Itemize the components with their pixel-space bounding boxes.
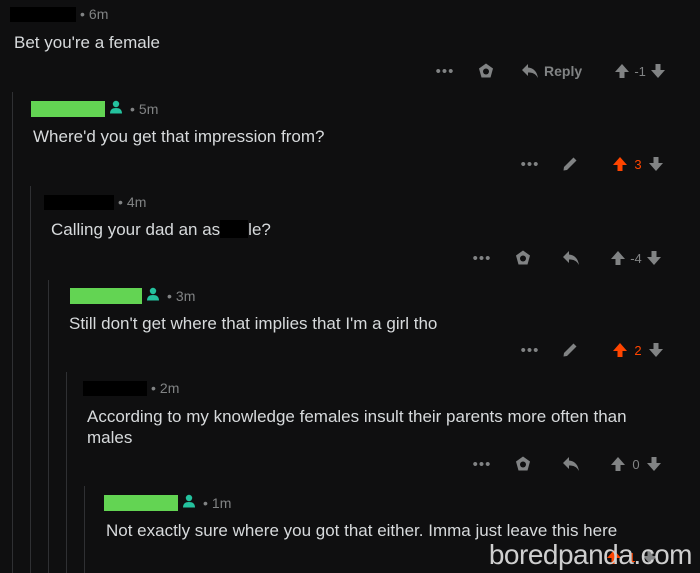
op-username-highlight: [104, 494, 178, 511]
comment-meta: • 4m: [44, 194, 146, 210]
vote-score: -1: [634, 63, 646, 79]
comment-meta: • 5m: [31, 100, 158, 117]
comment-actions: ••• -4: [462, 246, 662, 270]
separator-dot: •: [203, 494, 208, 511]
downvote-button[interactable]: [648, 156, 664, 172]
downvote-arrow-icon: [647, 251, 661, 265]
award-button[interactable]: [502, 249, 544, 267]
comment-body-line2: males: [87, 428, 133, 447]
more-options-button[interactable]: •••: [510, 156, 550, 173]
comment-actions: ••• 3: [510, 152, 664, 176]
separator-dot: •: [167, 287, 172, 304]
upvote-button[interactable]: [610, 456, 626, 472]
downvote-button[interactable]: [646, 456, 662, 472]
comment-timestamp: 5m: [138, 100, 159, 117]
thread-line-3: [48, 280, 49, 573]
comment-timestamp: 6m: [88, 6, 109, 22]
comment-meta: • 3m: [70, 287, 195, 304]
redacted-username: [10, 6, 76, 22]
comment-actions: ••• 0: [462, 452, 662, 476]
reply-label: Reply: [544, 63, 583, 79]
comment-body: Calling your dad an as le?: [51, 219, 271, 240]
comment-meta: • 1m: [104, 494, 231, 511]
comment-meta: • 2m: [83, 380, 179, 396]
thread-line-2: [30, 186, 31, 573]
comment-body: Not exactly sure where you got that eith…: [106, 521, 618, 540]
comment-timestamp: 1m: [211, 494, 232, 511]
comment-body: According to my knowledge females insult…: [87, 407, 627, 426]
comment-text-part: le?: [248, 220, 271, 239]
op-username-highlight: [31, 100, 105, 117]
award-button[interactable]: [502, 455, 544, 473]
user-icon: [182, 494, 196, 511]
downvote-arrow-icon: [649, 157, 663, 171]
user-icon: [109, 100, 123, 117]
reply-button[interactable]: [562, 250, 580, 266]
comment-meta: • 6m: [10, 6, 108, 22]
redacted-word: [220, 220, 249, 238]
user-icon: [146, 287, 160, 304]
award-icon: [479, 63, 493, 78]
separator-dot: •: [130, 100, 135, 117]
separator-dot: •: [118, 194, 123, 210]
upvote-arrow-icon: [615, 64, 630, 78]
redacted-username: [44, 194, 114, 210]
comment-timestamp: 4m: [126, 194, 147, 210]
reply-button[interactable]: Reply: [521, 63, 582, 79]
vote-score: 2: [634, 342, 642, 358]
comment-body: Where'd you get that impression from?: [33, 127, 325, 146]
comment-timestamp: 2m: [159, 380, 180, 396]
vote-score: -4: [630, 250, 642, 266]
thread-line-4: [66, 372, 67, 573]
more-options-button[interactable]: •••: [425, 63, 465, 80]
downvote-button[interactable]: [646, 250, 662, 266]
downvote-button[interactable]: [650, 63, 666, 79]
reply-button[interactable]: [562, 456, 580, 472]
reply-arrow-icon: [563, 251, 579, 265]
comment-body: Still don't get where that implies that …: [69, 314, 438, 333]
reply-arrow-icon: [522, 64, 538, 78]
upvote-button[interactable]: [612, 342, 628, 358]
comment-text-part: Calling your dad an as: [51, 220, 221, 239]
vote-score: 3: [634, 156, 642, 172]
upvote-arrow-icon: [613, 343, 627, 357]
edit-button[interactable]: [550, 156, 590, 172]
upvote-button[interactable]: [614, 63, 630, 79]
edit-button[interactable]: [550, 342, 590, 358]
op-username-highlight: [70, 287, 142, 304]
separator-dot: •: [151, 380, 156, 396]
redacted-username: [83, 380, 147, 396]
separator-dot: •: [80, 6, 85, 22]
comment-body: Bet you're a female: [14, 33, 160, 52]
thread-line-1: [12, 92, 13, 573]
downvote-button[interactable]: [648, 342, 664, 358]
watermark: boredpanda.com: [488, 539, 693, 570]
award-icon: [516, 456, 530, 471]
upvote-arrow-icon: [611, 251, 625, 265]
vote-score: 0: [632, 456, 640, 472]
more-options-button[interactable]: •••: [462, 456, 502, 473]
reply-arrow-icon: [563, 457, 579, 471]
downvote-arrow-icon: [647, 457, 661, 471]
award-button[interactable]: [465, 62, 507, 80]
comment-timestamp: 3m: [175, 287, 196, 304]
upvote-button[interactable]: [610, 250, 626, 266]
thread-line-5: [84, 486, 85, 573]
upvote-arrow-icon: [611, 457, 625, 471]
comment-actions: ••• Reply -1: [425, 59, 666, 83]
upvote-arrow-icon: [613, 157, 627, 171]
downvote-arrow-icon: [649, 343, 663, 357]
more-options-button[interactable]: •••: [462, 250, 502, 267]
upvote-button[interactable]: [612, 156, 628, 172]
pencil-icon: [563, 157, 577, 171]
pencil-icon: [563, 343, 577, 357]
more-options-button[interactable]: •••: [510, 342, 550, 359]
award-icon: [516, 250, 530, 265]
downvote-arrow-icon: [651, 64, 666, 78]
comment-actions: ••• 2: [510, 338, 664, 362]
